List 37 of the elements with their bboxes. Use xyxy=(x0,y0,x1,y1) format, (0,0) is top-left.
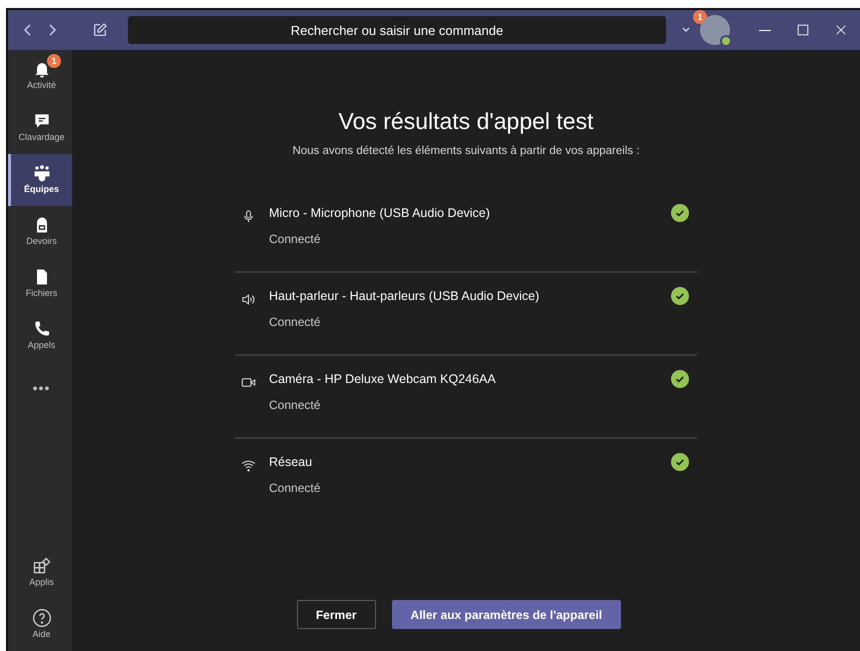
speaker-icon xyxy=(241,292,256,308)
device-status: Connecté xyxy=(269,314,322,330)
avatar[interactable] xyxy=(700,15,730,45)
sidebar-item[interactable]: Devoirs xyxy=(8,206,72,258)
help-icon xyxy=(32,608,52,628)
dialog-subtitle: Nous avons détecté les éléments suivants à partir de vos appareils : xyxy=(292,144,640,158)
notification-badge: 1 xyxy=(47,54,61,68)
chevron-down-icon xyxy=(681,24,691,35)
sidebar-item[interactable]: Fichiers xyxy=(8,258,72,310)
chevron-left-icon xyxy=(23,22,33,37)
close-dialog-button[interactable]: Fermer xyxy=(296,600,376,629)
presence-dot xyxy=(720,35,732,47)
device-name: Réseau xyxy=(269,454,314,471)
compose-icon xyxy=(92,22,108,38)
maximize-icon xyxy=(796,23,810,37)
sidebar-item[interactable]: Activité 1 xyxy=(8,50,72,102)
device-name: Haut-parleur - Haut-parleurs (USB Audio Device) xyxy=(269,288,540,305)
device-name: Micro - Microphone (USB Audio Device) xyxy=(269,204,490,222)
device-name: Caméra - HP Deluxe Webcam KQ246AA xyxy=(269,370,496,388)
sidebar-item[interactable]: Équipes xyxy=(8,154,72,206)
sidebar-item[interactable]: Applis xyxy=(8,547,72,599)
close-icon xyxy=(834,23,848,37)
sidebar-item[interactable]: Appels xyxy=(8,310,72,362)
sidebar-item[interactable]: ••• xyxy=(8,362,72,414)
settings-button[interactable]: Aller aux paramètres de l'appareil xyxy=(392,600,622,629)
notification-badge: 1 xyxy=(693,10,707,24)
chevron-right-icon xyxy=(47,22,57,37)
search-field[interactable]: Rechercher ou saisir une commande xyxy=(128,16,666,44)
sidebar-item[interactable]: Aide xyxy=(8,599,72,651)
people-icon xyxy=(32,163,52,184)
dialog-title: Vos résultats d'appel test xyxy=(338,107,594,136)
device-status: Connecté xyxy=(269,396,322,414)
device-status: Connecté xyxy=(269,480,320,496)
apps-icon xyxy=(32,556,52,576)
sidebar-item[interactable]: Clavardage xyxy=(8,102,72,154)
device-status: Connecté xyxy=(269,230,322,248)
wifi-icon xyxy=(241,458,256,474)
